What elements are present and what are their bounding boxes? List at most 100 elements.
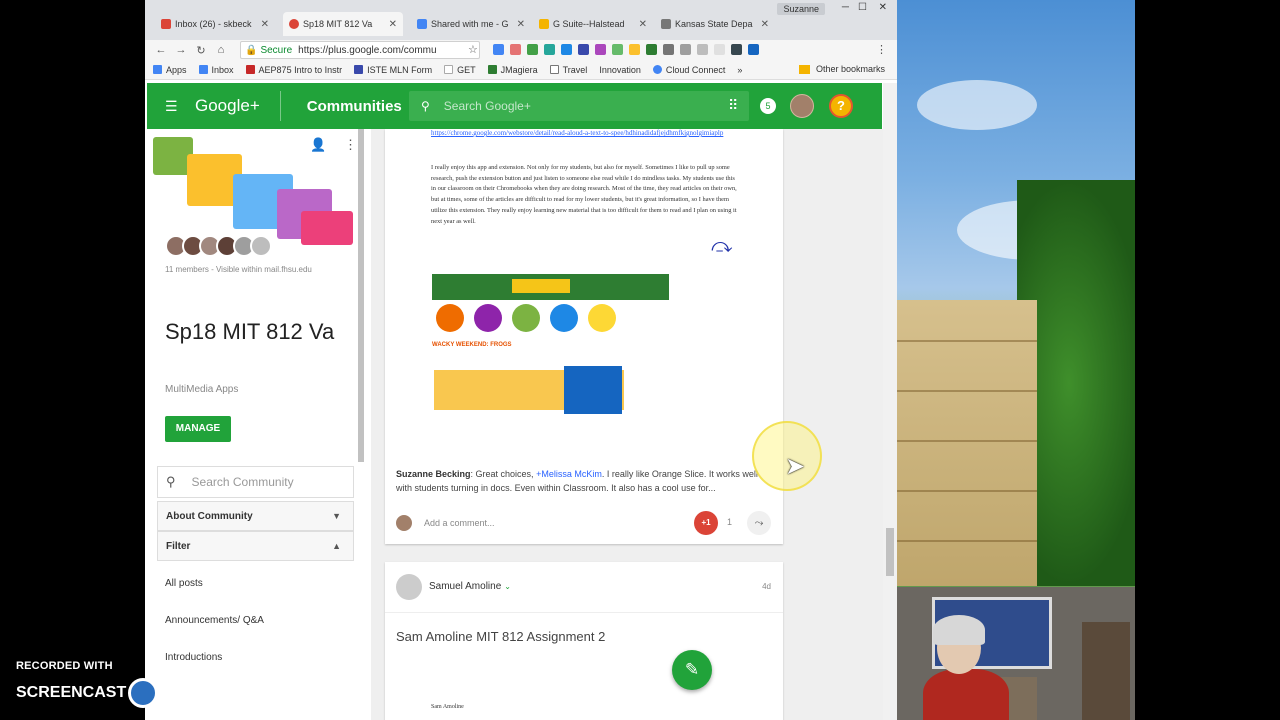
avatar[interactable] <box>396 574 422 600</box>
add-member-icon[interactable]: 👤 <box>310 137 326 152</box>
post-author[interactable]: Samuel Amoline ⌄ <box>429 581 511 592</box>
maximize-icon[interactable]: ☐ <box>858 2 867 13</box>
reload-icon[interactable]: ↻ <box>191 44 211 57</box>
comment: Suzanne Becking: Great choices, +Melissa… <box>396 467 766 495</box>
community-search-input[interactable]: ⚲ Search Community <box>157 466 354 498</box>
comment-mention[interactable]: +Melissa McKim <box>536 469 602 479</box>
tab-gsuite[interactable]: G Suite--Halstead ✕ <box>533 12 653 36</box>
home-icon[interactable]: ⌂ <box>211 44 231 56</box>
extension-icon[interactable] <box>663 44 674 55</box>
extension-icon[interactable] <box>561 44 572 55</box>
webcam-overlay <box>897 587 1135 720</box>
new-post-button[interactable]: ✎ <box>672 650 712 690</box>
back-icon[interactable]: ← <box>151 44 171 56</box>
extension-icon[interactable] <box>595 44 606 55</box>
star-icon[interactable]: ☆ <box>468 43 478 56</box>
apps-grid-icon[interactable]: ⠿ <box>728 97 738 114</box>
bookmark-get[interactable]: GET <box>444 65 476 75</box>
gplus-header: ☰ Google+ Communities ⚲ Search Google+ ⠿… <box>147 83 882 129</box>
tab-drive[interactable]: Shared with me - G ✕ <box>411 12 531 36</box>
tab-kansas[interactable]: Kansas State Depa ✕ <box>655 12 775 36</box>
profile-chip[interactable]: Suzanne <box>777 3 825 15</box>
filter-toggle[interactable]: Filter ▲ <box>157 531 354 561</box>
other-bookmarks[interactable]: Other bookmarks <box>798 64 885 74</box>
extension-icon[interactable] <box>748 44 759 55</box>
notification-badge[interactable]: 5 <box>760 98 776 114</box>
secure-label: Secure <box>260 44 293 56</box>
extension-icon[interactable] <box>544 44 555 55</box>
extension-icon[interactable] <box>578 44 589 55</box>
post-image[interactable]: WACKY WEEKEND: FROGS <box>432 274 669 419</box>
extension-icons <box>493 44 759 55</box>
section-title[interactable]: Communities <box>307 98 402 115</box>
extension-icon[interactable] <box>646 44 657 55</box>
extension-icon[interactable] <box>697 44 708 55</box>
tab-bar: Inbox (26) - skbeck ✕ Sp18 MIT 812 Va ✕ … <box>145 0 897 40</box>
bookmark-cloud-connect[interactable]: Cloud Connect <box>652 64 726 75</box>
forward-icon[interactable]: → <box>171 44 191 56</box>
brand-text: MATIC <box>160 684 210 701</box>
bookmark-aep875[interactable]: AEP875 Intro to Instr <box>245 65 342 75</box>
avatar[interactable] <box>790 94 814 118</box>
extension-icon[interactable] <box>493 44 504 55</box>
close-icon[interactable]: ✕ <box>257 19 269 30</box>
bookmark-icon <box>487 65 497 74</box>
share-icon[interactable]: ⤳ <box>747 511 771 535</box>
recorded-with-label: RECORDED WITH <box>16 660 113 672</box>
bookmark-label: JMagiera <box>500 64 538 75</box>
bookmark-label: Cloud Connect <box>665 64 726 75</box>
sidebar-scrollbar[interactable] <box>358 129 364 462</box>
more-bookmarks[interactable]: » <box>737 65 742 75</box>
extension-icon[interactable] <box>527 44 538 55</box>
bookmark-icon <box>444 65 454 74</box>
bookmark-label: ISTE MLN Form <box>367 64 433 75</box>
post-doc-author: Sam Amoline <box>431 704 464 710</box>
tab-inbox[interactable]: Inbox (26) - skbeck ✕ <box>155 12 275 36</box>
menu-dots-icon[interactable]: ⋮ <box>344 137 357 152</box>
post-link[interactable]: https://chrome.google.com/webstore/detai… <box>431 129 741 137</box>
extension-icon[interactable] <box>629 44 640 55</box>
extension-icon[interactable] <box>680 44 691 55</box>
about-community-toggle[interactable]: About Community ▼ <box>157 501 354 531</box>
menu-icon[interactable]: ☰ <box>165 98 179 115</box>
url-field[interactable]: 🔒 Secure https://plus.google.com/commu <box>240 41 480 59</box>
bookmark-label: Travel <box>562 64 588 75</box>
gplus-search-input[interactable]: ⚲ Search Google+ <box>409 91 749 121</box>
filter-item[interactable]: Announcements/ Q&A <box>165 615 264 626</box>
close-icon[interactable]: ✕ <box>757 19 769 30</box>
menu-dots-icon[interactable]: ⋮ <box>876 43 887 56</box>
manage-button[interactable]: MANAGE <box>165 416 231 442</box>
tab-community[interactable]: Sp18 MIT 812 Va ✕ <box>283 12 403 36</box>
minimize-icon[interactable]: ─ <box>842 2 849 13</box>
help-icon[interactable]: ? <box>829 94 853 118</box>
extension-icon[interactable] <box>612 44 623 55</box>
filter-item[interactable]: All posts <box>165 578 203 589</box>
extension-icon[interactable] <box>714 44 725 55</box>
bookmark-apps[interactable]: Apps <box>153 65 187 75</box>
close-icon[interactable]: ✕ <box>385 19 397 30</box>
image-circle <box>436 304 464 332</box>
page-icon <box>549 65 559 74</box>
bookmark-inbox[interactable]: Inbox <box>198 65 234 75</box>
bookmark-jmagiera[interactable]: JMagiera <box>487 64 538 75</box>
bookmark-innovation[interactable]: Innovation <box>599 65 641 75</box>
community-title: Sp18 MIT 812 Va <box>165 319 335 344</box>
double-chevron-icon: » <box>737 64 743 75</box>
scrollbar-thumb[interactable] <box>886 528 894 576</box>
window-close-icon[interactable]: ✕ <box>879 2 887 13</box>
browser-window: Inbox (26) - skbeck ✕ Sp18 MIT 812 Va ✕ … <box>145 0 897 720</box>
extension-icon[interactable] <box>510 44 521 55</box>
plus-one-button[interactable]: +1 <box>694 511 718 535</box>
comment-author[interactable]: Suzanne Becking <box>396 469 471 479</box>
close-icon[interactable]: ✕ <box>635 19 647 30</box>
post-time: 4d <box>762 582 771 591</box>
extension-icon[interactable] <box>731 44 742 55</box>
close-icon[interactable]: ✕ <box>513 19 525 30</box>
bookmark-travel[interactable]: Travel <box>549 64 588 75</box>
gplus-logo[interactable]: Google+ <box>195 96 260 116</box>
pencil-icon: ✎ <box>684 660 700 679</box>
tab-label: Shared with me - G <box>431 19 509 29</box>
member-avatars[interactable] <box>165 235 272 257</box>
bookmark-iste[interactable]: ISTE MLN Form <box>354 65 432 75</box>
page-scrollbar[interactable] <box>883 83 897 720</box>
